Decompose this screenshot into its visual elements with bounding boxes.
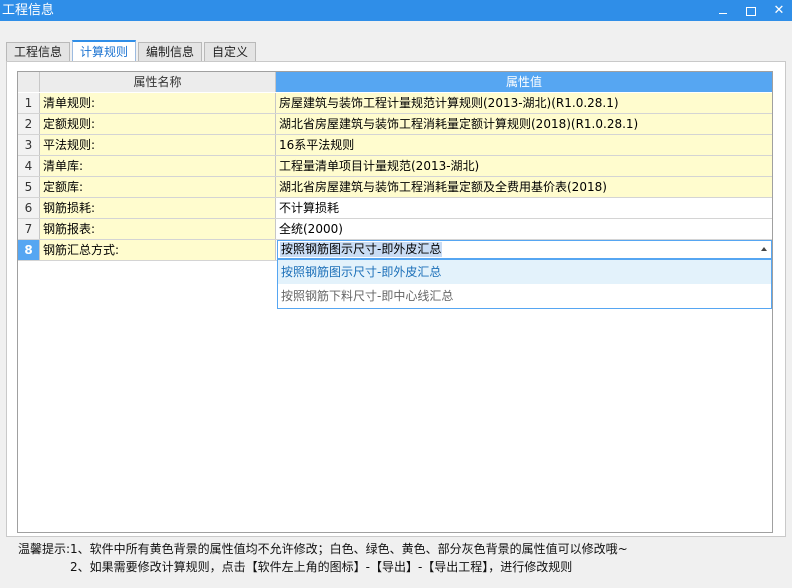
property-name: 定额库:: [40, 177, 276, 197]
table-row[interactable]: 4 清单库: 工程量清单项目计量规范(2013-湖北): [18, 156, 772, 177]
minimize-icon[interactable]: [716, 4, 730, 18]
summary-method-dropdown: 按照钢筋图示尺寸-即外皮汇总 按照钢筋下料尺寸-即中心线汇总: [277, 259, 772, 309]
property-value[interactable]: 全统(2000): [276, 219, 772, 239]
row-number: 5: [18, 177, 40, 197]
close-icon[interactable]: ✕: [772, 3, 786, 18]
combobox-selected-text[interactable]: 按照钢筋图示尺寸-即外皮汇总: [280, 242, 443, 257]
property-value: 湖北省房屋建筑与装饰工程消耗量定额及全费用基价表(2018): [276, 177, 772, 197]
row-number: 3: [18, 135, 40, 155]
window-controls: ✕: [716, 0, 786, 21]
property-name: 清单库:: [40, 156, 276, 176]
row-number: 7: [18, 219, 40, 239]
property-name: 钢筋损耗:: [40, 198, 276, 218]
property-value: 16系平法规则: [276, 135, 772, 155]
property-name: 定额规则:: [40, 114, 276, 134]
table-row[interactable]: 2 定额规则: 湖北省房屋建筑与装饰工程消耗量定额计算规则(2018)(R1.0…: [18, 114, 772, 135]
property-value: 工程量清单项目计量规范(2013-湖北): [276, 156, 772, 176]
row-number: 1: [18, 93, 40, 113]
dropdown-option[interactable]: 按照钢筋图示尺寸-即外皮汇总: [278, 260, 771, 284]
table-row[interactable]: 3 平法规则: 16系平法规则: [18, 135, 772, 156]
window-titlebar: 工程信息 ✕: [0, 0, 792, 21]
table-row[interactable]: 5 定额库: 湖北省房屋建筑与装饰工程消耗量定额及全费用基价表(2018): [18, 177, 772, 198]
maximize-icon[interactable]: [744, 4, 758, 18]
tab-bar: 工程信息 计算规则 编制信息 自定义: [6, 40, 258, 62]
grid-header: 属性名称 属性值: [18, 72, 772, 92]
row-number: 6: [18, 198, 40, 218]
property-name: 钢筋报表:: [40, 219, 276, 239]
row-number: 2: [18, 114, 40, 134]
column-header-name: 属性名称: [40, 72, 276, 92]
property-name: 平法规则:: [40, 135, 276, 155]
tab-compile-info[interactable]: 编制信息: [138, 42, 203, 61]
dropdown-option[interactable]: 按照钢筋下料尺寸-即中心线汇总: [278, 284, 771, 308]
table-row[interactable]: 1 清单规则: 房屋建筑与装饰工程计量规范计算规则(2013-湖北)(R1.0.…: [18, 93, 772, 114]
tab-custom[interactable]: 自定义: [204, 42, 257, 61]
tab-calc-rules[interactable]: 计算规则: [72, 40, 137, 62]
property-value: 湖北省房屋建筑与装饰工程消耗量定额计算规则(2018)(R1.0.28.1): [276, 114, 772, 134]
column-header-value: 属性值: [276, 72, 772, 92]
row-number: 4: [18, 156, 40, 176]
property-value: 房屋建筑与装饰工程计量规范计算规则(2013-湖北)(R1.0.28.1): [276, 93, 772, 113]
property-value[interactable]: 不计算损耗: [276, 198, 772, 218]
row-number: 8: [18, 240, 40, 260]
grid-corner-cell: [18, 72, 40, 92]
chevron-up-icon[interactable]: [761, 247, 767, 251]
table-row[interactable]: 6 钢筋损耗: 不计算损耗: [18, 198, 772, 219]
hint-line-2: 2、如果需要修改计算规则，点击【软件左上角的图标】-【导出】-【导出工程】，进行…: [70, 560, 573, 574]
property-name: 钢筋汇总方式:: [40, 240, 276, 260]
table-row[interactable]: 7 钢筋报表: 全统(2000): [18, 219, 772, 240]
property-name: 清单规则:: [40, 93, 276, 113]
summary-method-combobox[interactable]: 按照钢筋图示尺寸-即外皮汇总: [277, 240, 772, 259]
hint-text: 温馨提示:1、软件中所有黄色背景的属性值均不允许修改；白色、绿色、黄色、部分灰色…: [18, 540, 628, 576]
tab-project-info[interactable]: 工程信息: [6, 42, 71, 61]
window-title: 工程信息: [2, 3, 55, 18]
property-grid: 属性名称 属性值 1 清单规则: 房屋建筑与装饰工程计量规范计算规则(2013-…: [17, 71, 773, 533]
hint-line-1: 温馨提示:1、软件中所有黄色背景的属性值均不允许修改；白色、绿色、黄色、部分灰色…: [18, 542, 628, 556]
